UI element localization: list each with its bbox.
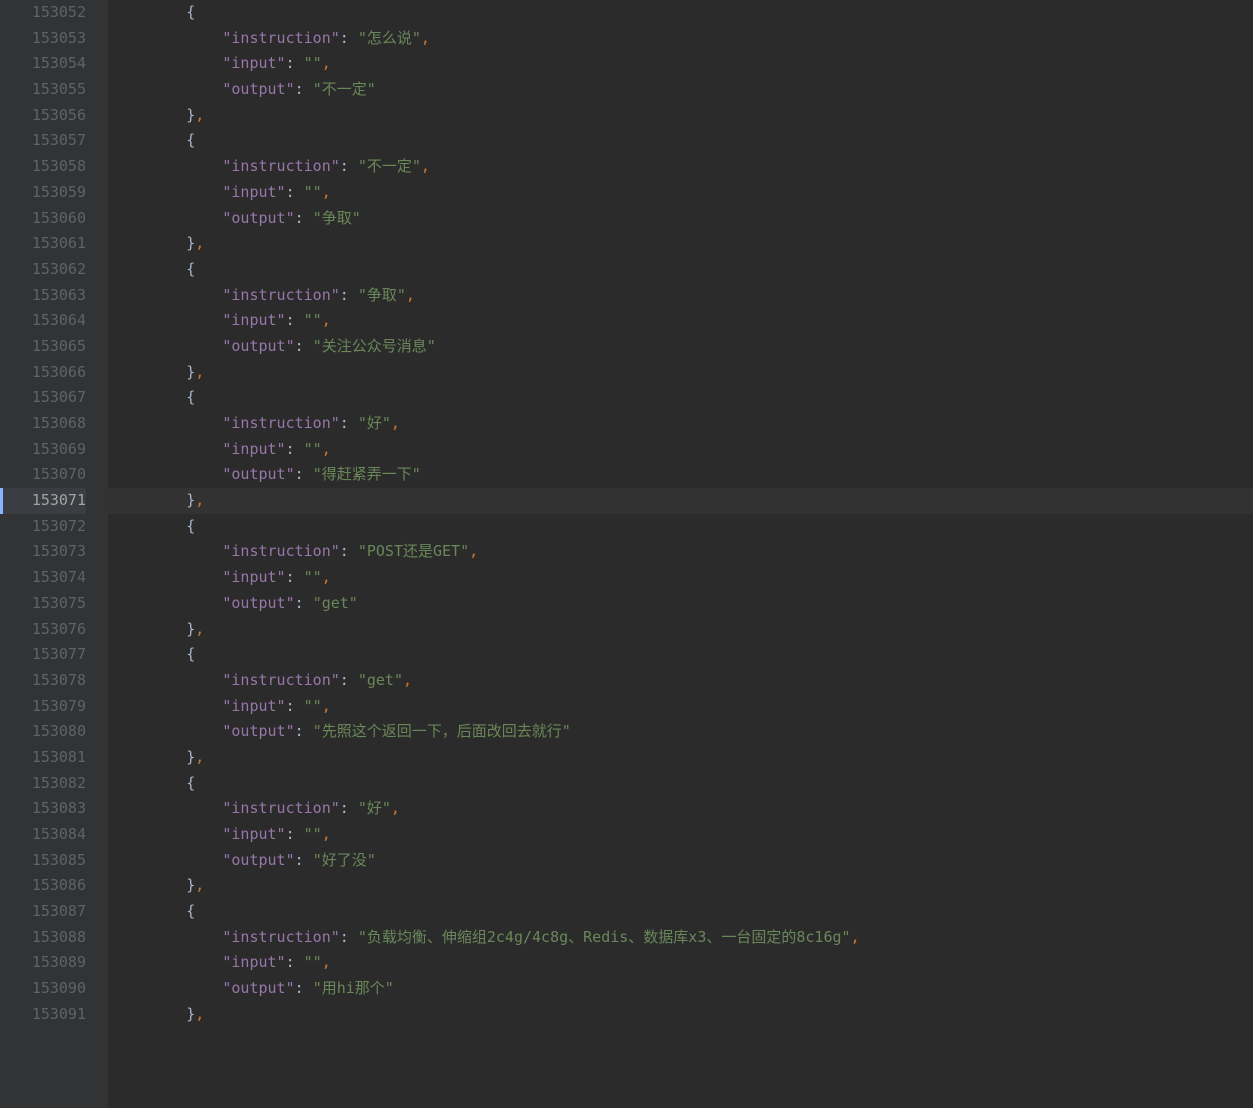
line-number: 153077: [0, 642, 86, 668]
code-line[interactable]: "output": "关注公众号消息": [108, 334, 1253, 360]
line-number: 153062: [0, 257, 86, 283]
code-line[interactable]: "input": "",: [108, 565, 1253, 591]
line-number: 153055: [0, 77, 86, 103]
code-line[interactable]: },: [108, 360, 1253, 386]
code-line[interactable]: "input": "",: [108, 51, 1253, 77]
code-line[interactable]: "instruction": "怎么说",: [108, 26, 1253, 52]
line-number: 153088: [0, 925, 86, 951]
code-line[interactable]: "instruction": "好",: [108, 411, 1253, 437]
code-line[interactable]: "output": "争取": [108, 206, 1253, 232]
code-line[interactable]: {: [108, 0, 1253, 26]
code-line[interactable]: "instruction": "POST还是GET",: [108, 539, 1253, 565]
line-number: 153080: [0, 719, 86, 745]
line-number: 153058: [0, 154, 86, 180]
line-number: 153083: [0, 796, 86, 822]
code-line[interactable]: "output": "get": [108, 591, 1253, 617]
code-line[interactable]: {: [108, 257, 1253, 283]
line-number: 153067: [0, 385, 86, 411]
code-line[interactable]: "instruction": "get",: [108, 668, 1253, 694]
line-number: 153057: [0, 128, 86, 154]
code-line[interactable]: "output": "先照这个返回一下，后面改回去就行": [108, 719, 1253, 745]
line-number: 153052: [0, 0, 86, 26]
line-number: 153084: [0, 822, 86, 848]
line-number: 153063: [0, 283, 86, 309]
line-number: 153082: [0, 771, 86, 797]
line-number: 153078: [0, 668, 86, 694]
line-number: 153061: [0, 231, 86, 257]
line-number: 153081: [0, 745, 86, 771]
line-number: 153091: [0, 1002, 86, 1028]
line-number: 153053: [0, 26, 86, 52]
line-number: 153056: [0, 103, 86, 129]
line-number: 153073: [0, 539, 86, 565]
code-line[interactable]: },: [108, 745, 1253, 771]
line-number: 153071: [0, 488, 86, 514]
line-number: 153090: [0, 976, 86, 1002]
code-line[interactable]: {: [108, 771, 1253, 797]
code-line[interactable]: },: [108, 103, 1253, 129]
line-number: 153089: [0, 950, 86, 976]
code-line[interactable]: "output": "得赶紧弄一下": [108, 462, 1253, 488]
code-line[interactable]: "input": "",: [108, 822, 1253, 848]
code-line[interactable]: "instruction": "争取",: [108, 283, 1253, 309]
line-number: 153064: [0, 308, 86, 334]
code-line[interactable]: },: [108, 1002, 1253, 1028]
code-line[interactable]: {: [108, 514, 1253, 540]
code-line[interactable]: "instruction": "负载均衡、伸缩组2c4g/4c8g、Redis、…: [108, 925, 1253, 951]
line-number: 153087: [0, 899, 86, 925]
code-line[interactable]: "input": "",: [108, 950, 1253, 976]
line-number: 153069: [0, 437, 86, 463]
line-number: 153070: [0, 462, 86, 488]
code-line[interactable]: "input": "",: [108, 308, 1253, 334]
line-number: 153065: [0, 334, 86, 360]
code-line[interactable]: "input": "",: [108, 437, 1253, 463]
line-number: 153072: [0, 514, 86, 540]
code-line[interactable]: {: [108, 385, 1253, 411]
line-number: 153079: [0, 694, 86, 720]
line-number-gutter: 1530521530531530541530551530561530571530…: [0, 0, 108, 1108]
code-line[interactable]: },: [108, 231, 1253, 257]
code-line[interactable]: "output": "好了没": [108, 848, 1253, 874]
line-number: 153074: [0, 565, 86, 591]
code-line[interactable]: },: [108, 488, 1253, 514]
line-number: 153086: [0, 873, 86, 899]
code-line[interactable]: {: [108, 128, 1253, 154]
code-line[interactable]: {: [108, 899, 1253, 925]
code-line[interactable]: "instruction": "好",: [108, 796, 1253, 822]
code-pane[interactable]: { "instruction": "怎么说", "input": "", "ou…: [108, 0, 1253, 1108]
code-line[interactable]: "input": "",: [108, 694, 1253, 720]
line-number: 153075: [0, 591, 86, 617]
line-number: 153054: [0, 51, 86, 77]
line-number: 153060: [0, 206, 86, 232]
code-line[interactable]: "output": "不一定": [108, 77, 1253, 103]
code-line[interactable]: {: [108, 642, 1253, 668]
code-line[interactable]: "output": "用hi那个": [108, 976, 1253, 1002]
line-number: 153059: [0, 180, 86, 206]
code-line[interactable]: },: [108, 873, 1253, 899]
line-number: 153068: [0, 411, 86, 437]
code-line[interactable]: },: [108, 617, 1253, 643]
line-number: 153085: [0, 848, 86, 874]
code-line[interactable]: "input": "",: [108, 180, 1253, 206]
line-number: 153076: [0, 617, 86, 643]
line-number: 153066: [0, 360, 86, 386]
code-line[interactable]: "instruction": "不一定",: [108, 154, 1253, 180]
code-editor: 1530521530531530541530551530561530571530…: [0, 0, 1253, 1108]
